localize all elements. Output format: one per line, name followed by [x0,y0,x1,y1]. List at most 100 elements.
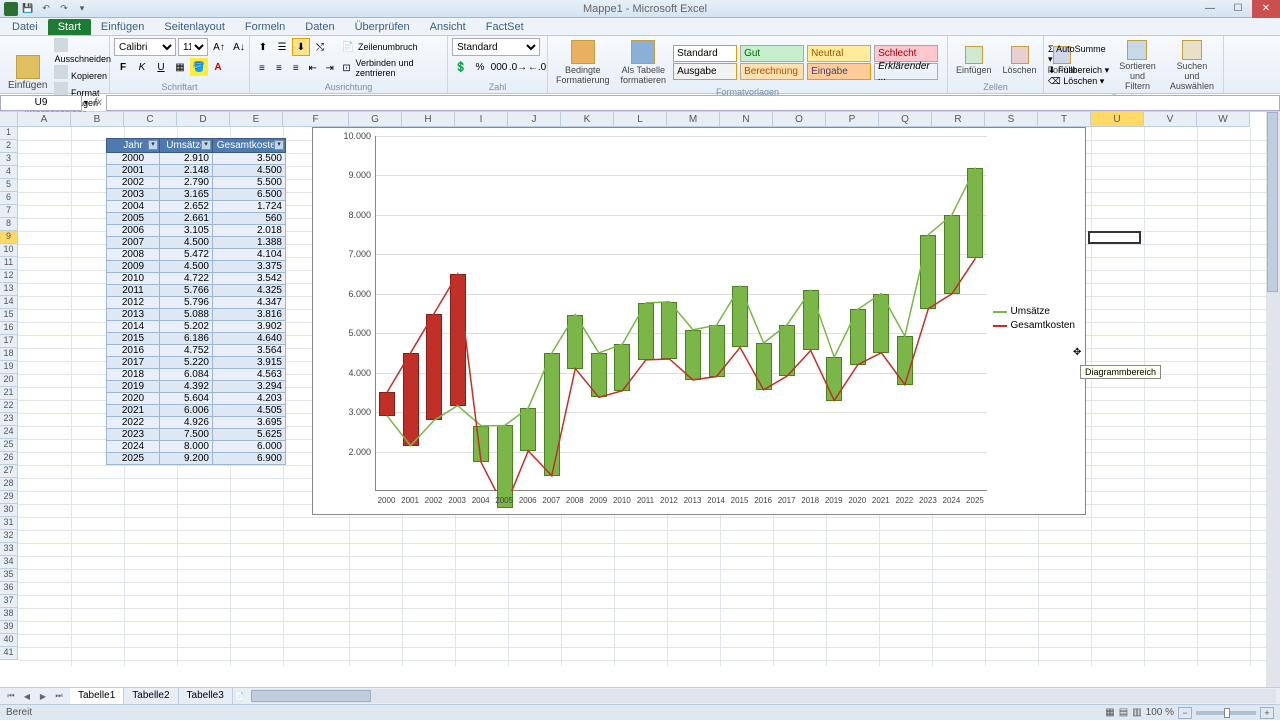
table-row[interactable]: 20216.0064.505 [107,405,286,417]
row-header-27[interactable]: 27 [0,465,18,478]
minimize-button[interactable]: — [1196,0,1224,18]
tab-überprüfen[interactable]: Überprüfen [345,19,420,35]
tab-einfügen[interactable]: Einfügen [91,19,154,35]
sheet-nav-last-icon[interactable]: ⏭ [52,689,66,703]
row-header-10[interactable]: 10 [0,244,18,257]
table-cell[interactable]: 6.000 [213,441,286,453]
name-box[interactable] [0,95,82,111]
row-header-21[interactable]: 21 [0,387,18,400]
insert-cells-button[interactable]: Einfügen [952,44,996,77]
align-center-icon[interactable]: ≡ [271,59,287,77]
row-header-34[interactable]: 34 [0,556,18,569]
table-row[interactable]: 20186.0844.563 [107,369,286,381]
row-header-18[interactable]: 18 [0,348,18,361]
table-cell[interactable]: 4.752 [160,345,213,357]
table-cell[interactable]: 4.640 [213,333,286,345]
qat-dropdown-icon[interactable]: ▾ [74,2,90,16]
fx-icon[interactable]: fx [90,97,106,108]
style-standard[interactable]: Standard [673,45,737,62]
table-cell[interactable]: 8.000 [160,441,213,453]
col-header-L[interactable]: L [614,112,667,127]
table-cell[interactable]: 2.148 [160,165,213,177]
table-row[interactable]: 20259.2006.900 [107,453,286,465]
namebox-dropdown-icon[interactable]: ▾ [82,98,90,107]
view-pagebreak-icon[interactable]: ▥ [1132,707,1141,718]
col-header-C[interactable]: C [124,112,177,127]
table-cell[interactable]: 2015 [107,333,160,345]
table-row[interactable]: 20002.9103.500 [107,153,286,165]
tab-datei[interactable]: Datei [2,19,48,35]
table-row[interactable]: 20042.6521.724 [107,201,286,213]
chart-area[interactable]: 2.0003.0004.0005.0006.0007.0008.0009.000… [312,127,1086,515]
table-cell[interactable]: 3.294 [213,381,286,393]
row-header-7[interactable]: 7 [0,205,18,218]
table-cell[interactable]: 6.006 [160,405,213,417]
filter-dropdown-icon[interactable]: ▾ [274,140,284,150]
row-header-28[interactable]: 28 [0,478,18,491]
col-header-Q[interactable]: Q [879,112,932,127]
percent-icon[interactable]: % [471,58,489,76]
table-row[interactable]: 20074.5001.388 [107,237,286,249]
style-ausgabe[interactable]: Ausgabe [673,63,737,80]
row-header-23[interactable]: 23 [0,413,18,426]
col-header-B[interactable]: B [71,112,124,127]
legend-item-umsaetze[interactable]: Umsätze [993,306,1075,317]
align-right-icon[interactable]: ≡ [288,59,304,77]
orientation-icon[interactable]: ⤭ [311,38,329,56]
font-name-select[interactable]: Calibri [114,38,176,56]
table-cell[interactable]: 2013 [107,309,160,321]
font-color-button[interactable]: A [209,58,227,76]
col-header-T[interactable]: T [1038,112,1091,127]
table-cell[interactable]: 2007 [107,237,160,249]
indent-increase-icon[interactable]: ⇥ [322,59,338,77]
table-cell[interactable]: 1.388 [213,237,286,249]
col-header-D[interactable]: D [177,112,230,127]
table-cell[interactable]: 2017 [107,357,160,369]
dec-decimal-icon[interactable]: ←.0 [528,58,546,76]
qat-redo-icon[interactable]: ↷ [56,2,72,16]
hscroll-thumb[interactable] [251,690,371,702]
tab-formeln[interactable]: Formeln [235,19,295,35]
row-header-3[interactable]: 3 [0,153,18,166]
table-row[interactable]: 20156.1864.640 [107,333,286,345]
table-cell[interactable]: 2020 [107,393,160,405]
table-row[interactable]: 20115.7664.325 [107,285,286,297]
zoom-slider[interactable] [1196,711,1256,715]
col-header-H[interactable]: H [402,112,455,127]
table-cell[interactable]: 3.816 [213,309,286,321]
row-header-19[interactable]: 19 [0,361,18,374]
align-top-icon[interactable]: ⬆ [254,38,272,56]
table-cell[interactable]: 9.200 [160,453,213,465]
table-row[interactable]: 20063.1052.018 [107,225,286,237]
row-header-41[interactable]: 41 [0,647,18,660]
copy-button[interactable]: Kopieren [54,65,111,81]
zoom-value[interactable]: 100 % [1146,707,1174,718]
table-header-jahr[interactable]: Jahr▾ [107,139,160,153]
table-row[interactable]: 20145.2023.902 [107,321,286,333]
table-cell[interactable]: 5.625 [213,429,286,441]
col-header-V[interactable]: V [1144,112,1197,127]
select-all-button[interactable] [0,112,18,127]
col-header-U[interactable]: U [1091,112,1144,127]
qat-save-icon[interactable]: 💾 [20,2,36,16]
col-header-I[interactable]: I [455,112,508,127]
number-format-select[interactable]: Standard [452,38,540,56]
table-cell[interactable]: 1.724 [213,201,286,213]
table-row[interactable]: 20175.2203.915 [107,357,286,369]
table-cell[interactable]: 2022 [107,417,160,429]
table-cell[interactable]: 5.472 [160,249,213,261]
table-cell[interactable]: 6.186 [160,333,213,345]
table-cell[interactable]: 2024 [107,441,160,453]
table-row[interactable]: 20164.7523.564 [107,345,286,357]
tab-seitenlayout[interactable]: Seitenlayout [154,19,235,35]
view-normal-icon[interactable]: ▦ [1105,707,1114,718]
table-cell[interactable]: 4.203 [213,393,286,405]
row-header-20[interactable]: 20 [0,374,18,387]
table-cell[interactable]: 2019 [107,381,160,393]
conditional-formatting-button[interactable]: Bedingte Formatierung [552,38,614,87]
row-header-11[interactable]: 11 [0,257,18,270]
table-cell[interactable]: 4.722 [160,273,213,285]
col-header-W[interactable]: W [1197,112,1250,127]
table-cell[interactable]: 2002 [107,177,160,189]
table-cell[interactable]: 2000 [107,153,160,165]
